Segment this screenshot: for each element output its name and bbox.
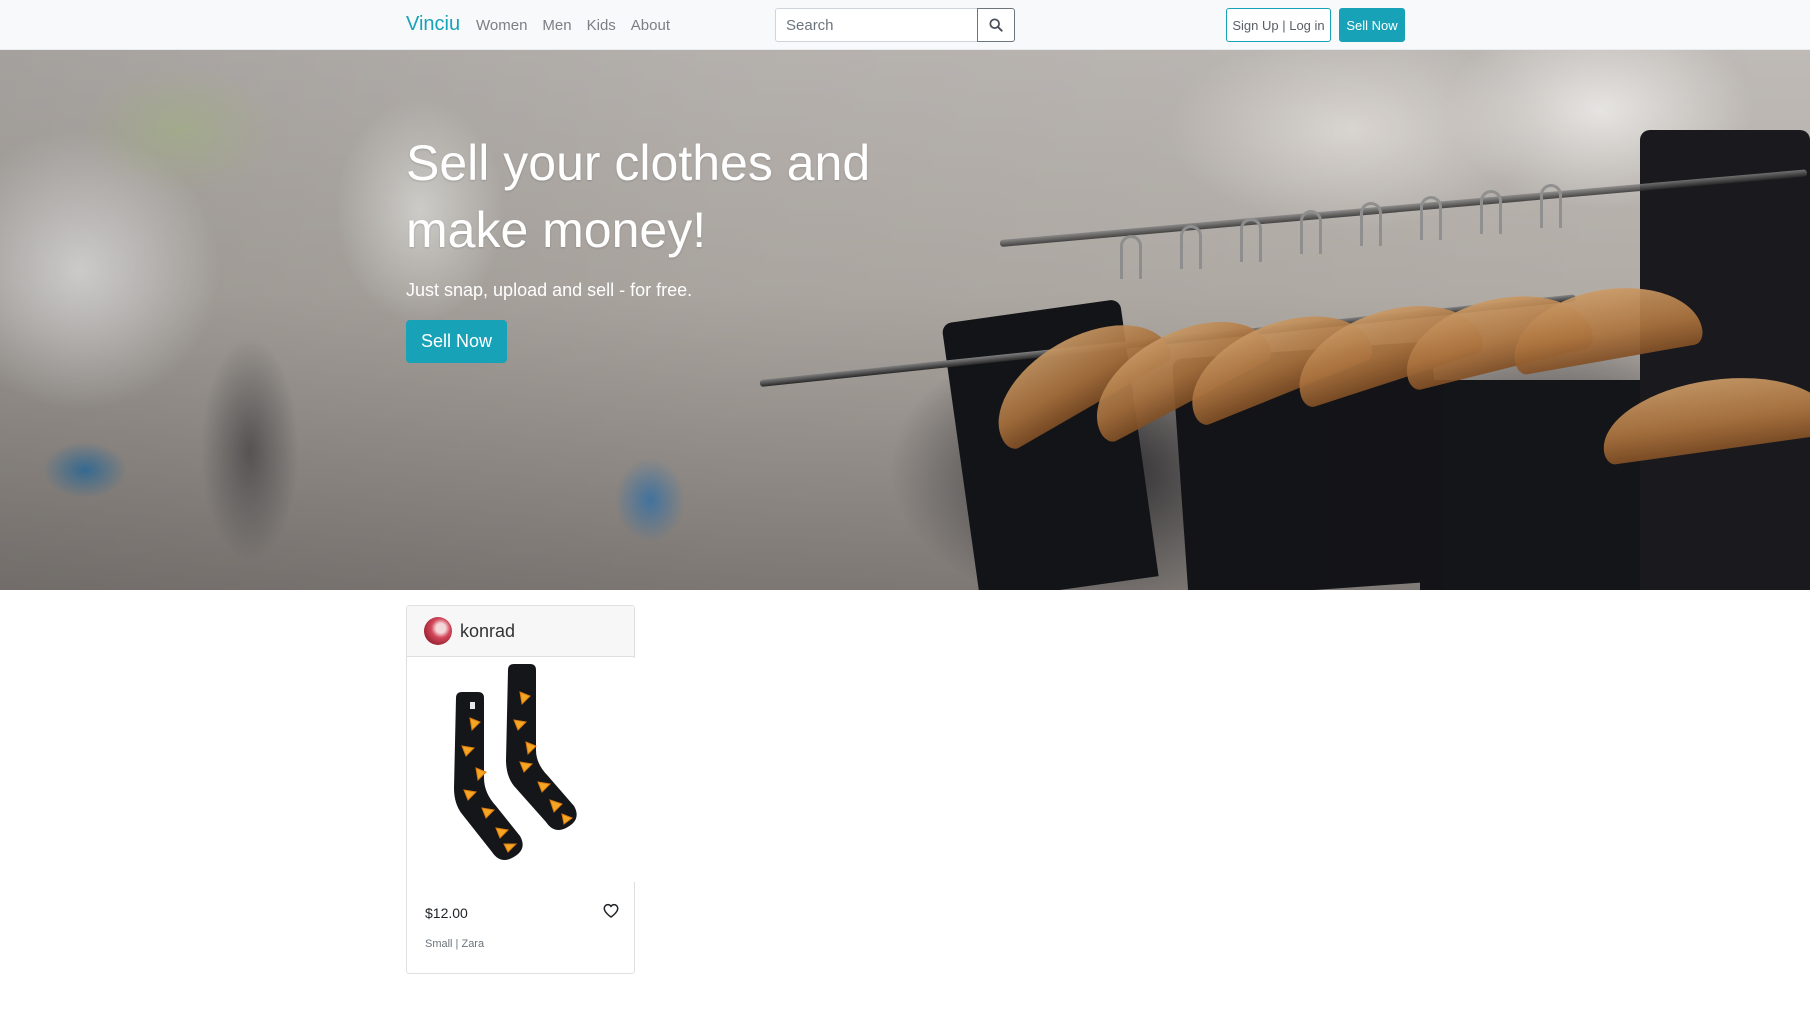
- listing-price: $12.00: [425, 905, 468, 921]
- heart-icon[interactable]: [602, 902, 620, 920]
- nav-links: Women Men Kids About: [476, 17, 685, 34]
- nav-link-women[interactable]: Women: [476, 17, 527, 34]
- brand-logo[interactable]: Vinciu: [406, 13, 460, 36]
- nav-link-kids[interactable]: Kids: [587, 17, 616, 34]
- nav-link-about[interactable]: About: [631, 17, 670, 34]
- avatar[interactable]: [424, 617, 452, 645]
- hero-banner: Sell your clothes and make money! Just s…: [0, 50, 1810, 590]
- search-form: [775, 8, 1015, 42]
- card-header: konrad: [407, 606, 634, 657]
- search-button[interactable]: [977, 8, 1015, 42]
- search-input[interactable]: [775, 8, 977, 42]
- signup-login-button[interactable]: Sign Up | Log in: [1226, 8, 1331, 42]
- product-image[interactable]: [408, 658, 635, 882]
- nav-link-men[interactable]: Men: [542, 17, 571, 34]
- hero-title: Sell your clothes and make money!: [406, 135, 871, 258]
- nav-sell-now-button[interactable]: Sell Now: [1339, 8, 1405, 42]
- listing-card[interactable]: konrad $12.00 Small | Zara: [406, 605, 635, 974]
- navbar: Vinciu Women Men Kids About Sign Up | Lo…: [0, 0, 1810, 50]
- hero-sell-now-button[interactable]: Sell Now: [406, 320, 507, 363]
- search-icon: [989, 18, 1003, 32]
- listing-size-brand: Small | Zara: [425, 938, 485, 950]
- seller-username[interactable]: konrad: [460, 621, 515, 642]
- hero-subtitle: Just snap, upload and sell - for free.: [406, 280, 693, 300]
